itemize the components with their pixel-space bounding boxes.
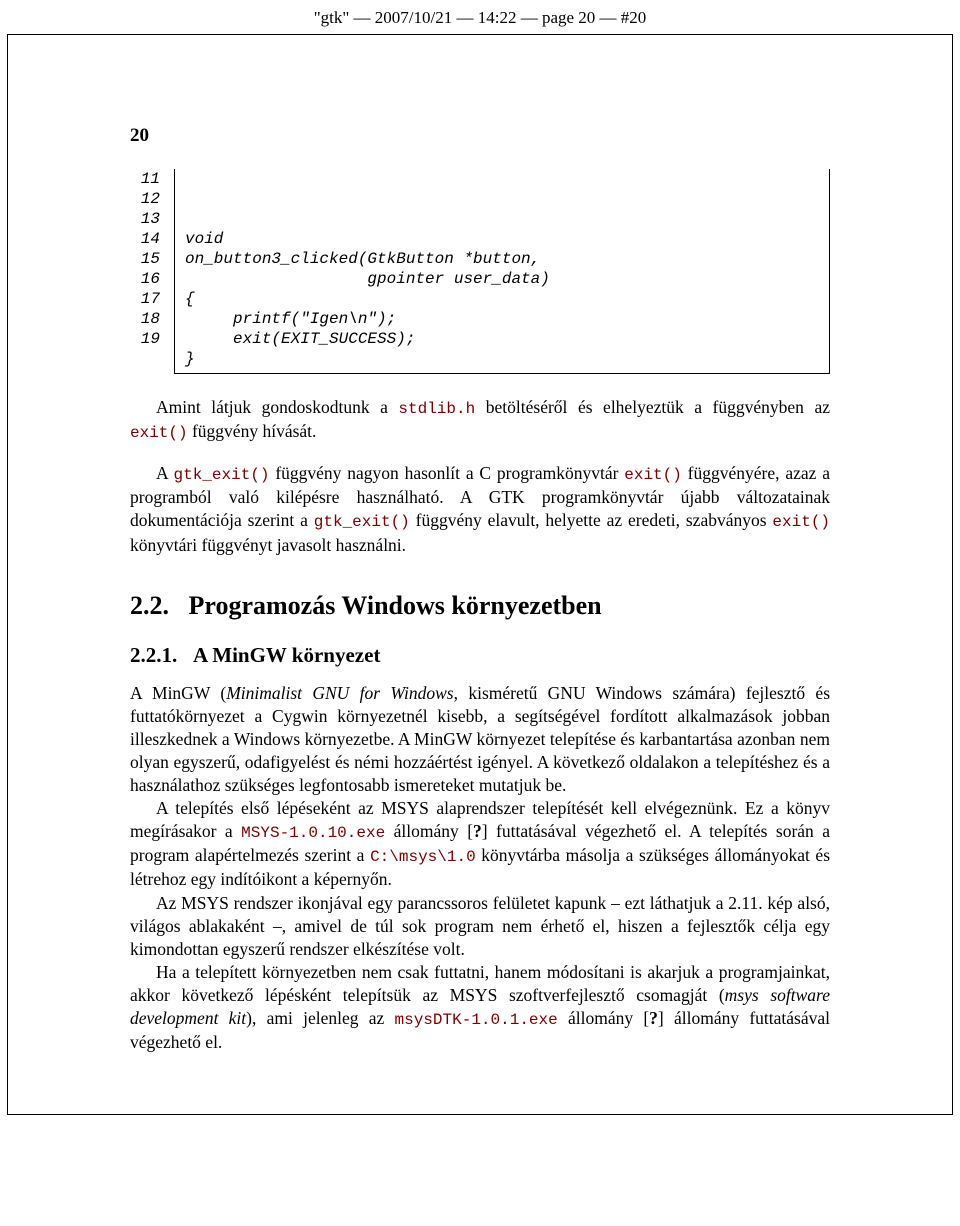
page-header-crop-label: "gtk" — 2007/10/21 — 14:22 — page 20 — #… — [0, 0, 960, 34]
paragraph-3: A MinGW (Minimalist GNU for Windows, kis… — [130, 682, 830, 797]
code-gtk-exit: gtk_exit() — [314, 513, 410, 531]
subsection-heading: 2.2.1. A MinGW környezet — [130, 643, 830, 668]
code-gtk-exit: gtk_exit() — [174, 466, 270, 484]
code-stdlib-h: stdlib.h — [398, 400, 475, 418]
code-listing: void on_button3_clicked(GtkButton *butto… — [174, 169, 830, 374]
code-exit: exit() — [772, 513, 830, 531]
paragraph-1: Amint látjuk gondoskodtunk a stdlib.h be… — [130, 396, 830, 444]
code-msys-path: C:\msys\1.0 — [370, 848, 476, 866]
paragraph-4: A telepítés első lépéseként az MSYS alap… — [130, 797, 830, 891]
section-heading: 2.2. Programozás Windows környezetben — [130, 591, 830, 621]
paragraph-6: Ha a telepített környezetben nem csak fu… — [130, 961, 830, 1054]
page-number: 20 — [130, 125, 830, 147]
citation-mark: ? — [473, 821, 482, 841]
code-msys-exe: MSYS-1.0.10.exe — [241, 824, 385, 842]
paragraph-5: Az MSYS rendszer ikonjával egy parancsso… — [130, 892, 830, 961]
body-text: Amint látjuk gondoskodtunk a stdlib.h be… — [130, 396, 830, 1054]
citation-mark: ? — [649, 1008, 658, 1028]
code-msysdtk-exe: msysDTK-1.0.1.exe — [395, 1011, 558, 1029]
code-exit: exit() — [130, 424, 188, 442]
code-exit: exit() — [624, 466, 682, 484]
code-line-numbers: 11 12 13 14 15 16 17 18 19 — [130, 169, 160, 349]
page-frame: 20 11 12 13 14 15 16 17 18 19 void on_bu… — [7, 34, 953, 1115]
paragraph-2: A gtk_exit() függvény nagyon hasonlít a … — [130, 462, 830, 556]
italic-mingw-full: Minimalist GNU for Windows — [226, 683, 453, 703]
